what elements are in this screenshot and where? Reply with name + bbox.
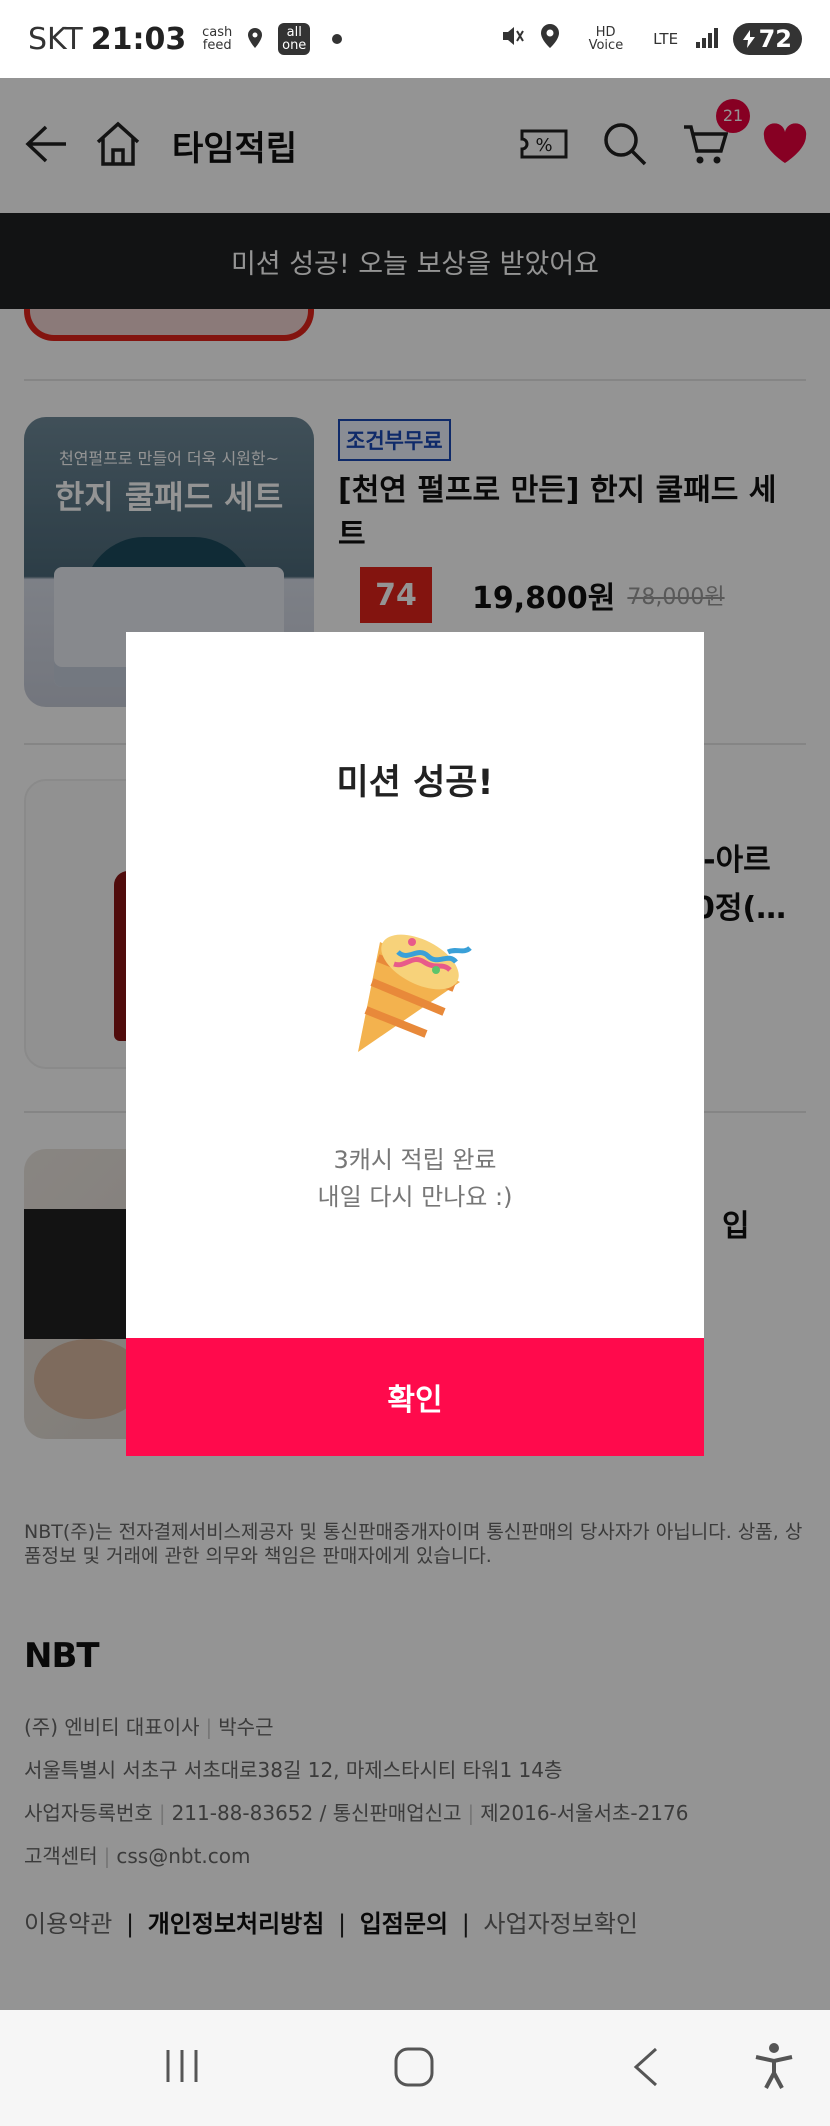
cashfeed-icon: cash feed [202,25,233,53]
clock: 21:03 [90,21,187,57]
confirm-button[interactable]: 확인 [126,1338,704,1456]
accessibility-icon[interactable] [752,2042,796,2094]
mute-icon [499,22,525,57]
recent-apps-icon[interactable] [162,2046,202,2090]
allone-icon: all one [278,23,311,55]
status-bar: SKT 21:03 cash feed all one HD Voice LTE… [0,0,830,78]
notification-dot-icon [332,34,343,44]
reward-text: 3캐시 적립 완료 [333,1146,497,1174]
hd-voice-icon: HD Voice [588,25,624,53]
location-icon [539,22,561,57]
home-nav-icon[interactable] [393,2046,435,2092]
carrier-label: SKT [28,21,83,57]
battery-icon: 72 [732,23,802,55]
lte-icon: LTE [653,29,679,48]
farewell-text: 내일 다시 만나요 :) [317,1183,513,1211]
location-small-icon [246,22,264,57]
signal-icon [695,22,719,57]
party-popper-icon [328,912,488,1072]
dialog-title: 미션 성공! [336,763,494,803]
system-nav-bar [0,2010,830,2126]
mission-success-dialog: 미션 성공! 3캐시 적립 완료 내일 다시 만나요 :) 확인 [126,632,704,1456]
dialog-message: 3캐시 적립 완료 내일 다시 만나요 :) [126,1142,704,1216]
battery-level: 72 [758,25,792,53]
back-nav-icon[interactable] [630,2046,664,2092]
